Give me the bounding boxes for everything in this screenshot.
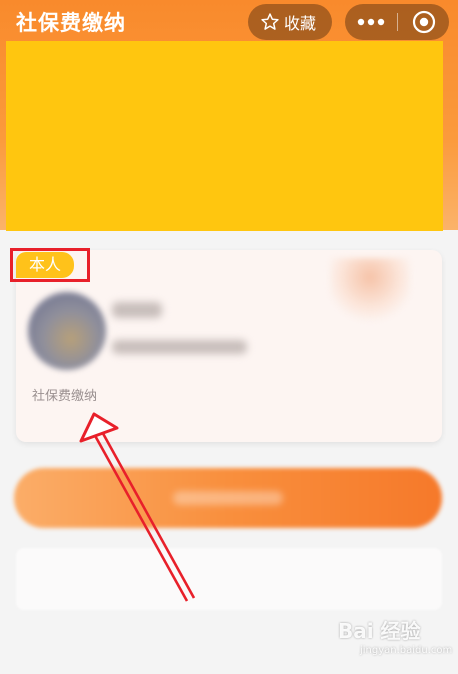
more-dots-icon: [357, 18, 385, 26]
close-button[interactable]: [398, 4, 449, 40]
card-decoration: [330, 258, 410, 322]
watermark-logo: Bai 经验: [338, 619, 421, 643]
miniprogram-capsule: [345, 4, 449, 40]
watermark-url: jingyan.baidu.com: [360, 645, 453, 656]
lower-section: [16, 548, 442, 610]
star-icon: [261, 13, 279, 30]
blurred-id-number: [112, 340, 247, 354]
primary-action-button[interactable]: [14, 468, 442, 528]
page-title: 社保费缴纳: [16, 11, 126, 35]
banner-placeholder: [6, 41, 443, 231]
service-label: 社保费缴纳: [32, 389, 98, 404]
blurred-name: [112, 302, 162, 318]
avatar: [28, 292, 106, 370]
blurred-button-text: [173, 491, 283, 505]
favorite-label: 收藏: [283, 14, 316, 33]
more-button[interactable]: [345, 4, 397, 40]
favorite-button[interactable]: 收藏: [248, 4, 332, 40]
close-circle-icon: [412, 10, 435, 34]
self-tag: 本人: [16, 252, 74, 278]
